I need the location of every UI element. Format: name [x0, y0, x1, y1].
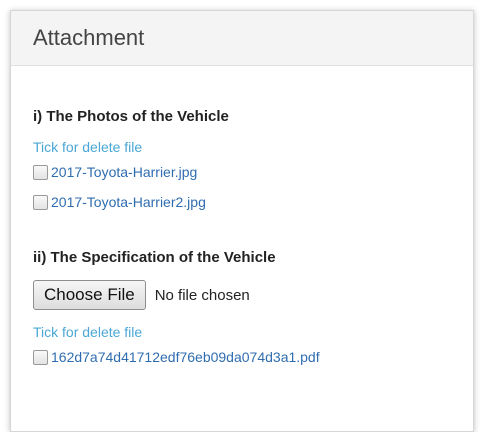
spec-section-title: ii) The Specification of the Vehicle — [33, 249, 276, 266]
photo-file-link[interactable]: 2017-Toyota-Harrier2.jpg — [51, 194, 206, 210]
photos-section-title: i) The Photos of the Vehicle — [33, 108, 229, 125]
panel-title: Attachment — [33, 25, 145, 50]
choose-file-button[interactable]: Choose File — [33, 280, 146, 310]
spec-tick-label: Tick for delete file — [33, 324, 143, 340]
photos-tick-label: Tick for delete file — [33, 139, 143, 155]
delete-checkbox[interactable] — [33, 194, 48, 210]
spec-file-row: 162d7a74d41712edf76eb09da074d3a1.pdf — [33, 349, 473, 365]
panel-body: i) The Photos of the Vehicle Tick for de… — [11, 108, 473, 365]
photo-file-link[interactable]: 2017-Toyota-Harrier.jpg — [51, 164, 197, 180]
delete-checkbox[interactable] — [33, 164, 48, 180]
spec-file-input: Choose File No file chosen — [33, 280, 473, 310]
panel-header: Attachment — [11, 11, 473, 66]
photo-file-row: 2017-Toyota-Harrier.jpg — [33, 164, 473, 180]
attachment-panel: Attachment i) The Photos of the Vehicle … — [10, 10, 474, 432]
no-file-chosen-text: No file chosen — [154, 286, 250, 304]
spec-file-link[interactable]: 162d7a74d41712edf76eb09da074d3a1.pdf — [51, 349, 320, 365]
photo-file-row: 2017-Toyota-Harrier2.jpg — [33, 194, 473, 210]
delete-checkbox[interactable] — [33, 349, 48, 365]
